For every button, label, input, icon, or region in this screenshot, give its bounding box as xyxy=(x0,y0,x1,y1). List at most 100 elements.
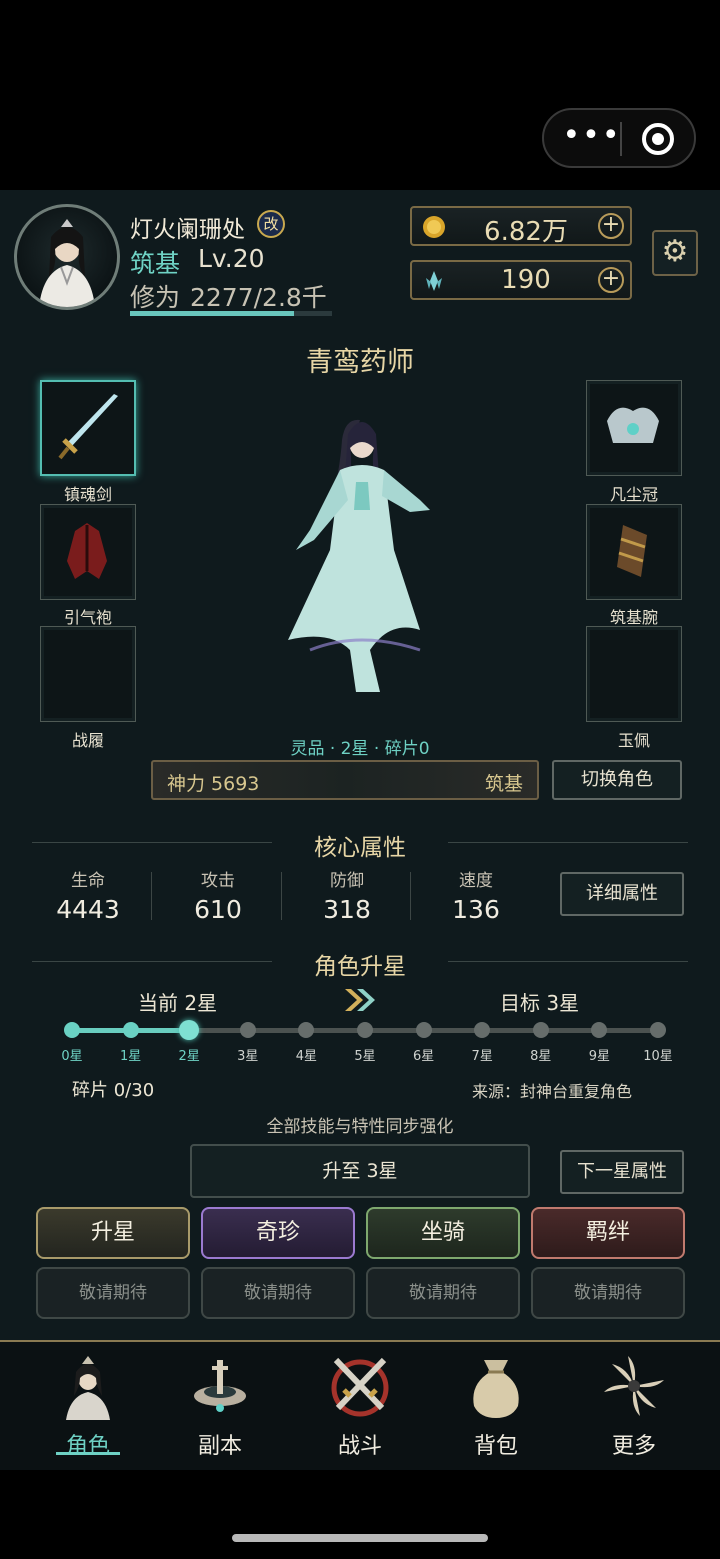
star-node-label: 6星 xyxy=(412,1049,435,1064)
star-node xyxy=(650,1022,666,1038)
star-node xyxy=(591,1022,608,1038)
equip-label-bracer: 筑基腕 xyxy=(609,608,658,627)
stat-divider xyxy=(151,872,152,920)
cultivation-value: 2277/2.8千 xyxy=(190,283,327,312)
bottom-tab-bar: 角色 副本 战斗 背包 更多 xyxy=(0,1340,720,1470)
star-node-label: 7星 xyxy=(471,1049,493,1064)
switch-character-button[interactable]: 切换角色 xyxy=(552,760,682,800)
player-name: 灯火阑珊处 xyxy=(130,217,245,243)
tab-battle-label: 战斗 xyxy=(337,1434,382,1459)
star-node-label: 1星 xyxy=(119,1049,142,1064)
star-node-label: 2星 xyxy=(178,1049,200,1064)
add-crystal-button[interactable]: + xyxy=(598,267,624,293)
upgrade-star-button[interactable]: 升至 3星 xyxy=(190,1144,530,1198)
power-realm: 筑基 xyxy=(484,773,523,795)
coming-soon-slot: 敬请期待 xyxy=(36,1267,190,1319)
star-node-label: 5星 xyxy=(354,1049,376,1064)
realm-label: 筑基 xyxy=(130,249,181,278)
star-node-label: 10星 xyxy=(643,1049,673,1064)
tab-dungeon-label: 副本 xyxy=(197,1434,242,1459)
stat-speed: 速度 136 xyxy=(416,866,536,924)
crystal-icon xyxy=(426,271,442,291)
equip-slot-robe[interactable] xyxy=(40,504,136,600)
fragment-source: 来源：封神台重复角色 xyxy=(472,1082,633,1101)
level-label: Lv.20 xyxy=(198,244,265,273)
coming-soon-slot: 敬请期待 xyxy=(531,1267,685,1319)
tab-dungeon[interactable]: 副本 xyxy=(170,1350,270,1460)
detail-attributes-button[interactable]: 详细属性 xyxy=(560,872,684,916)
tab-more-label: 更多 xyxy=(611,1434,656,1459)
mini-program-capsule: ••• xyxy=(542,108,696,168)
bottom-safe-area xyxy=(0,1470,720,1559)
tab-more[interactable]: 更多 xyxy=(584,1350,684,1460)
next-star-attributes-button[interactable]: 下一星属性 xyxy=(560,1150,684,1194)
equip-slot-weapon[interactable] xyxy=(40,380,136,476)
stat-hp-value: 4443 xyxy=(56,895,120,924)
star-node xyxy=(122,1022,139,1038)
character-portrait-icon xyxy=(288,419,430,692)
stat-hp-label: 生命 xyxy=(71,871,105,891)
rename-badge[interactable]: 改 xyxy=(257,210,285,238)
double-chevron-right-icon xyxy=(345,989,375,1011)
character-grade-line: 灵品 · 2星 · 碎片0 xyxy=(290,739,430,759)
tab-character[interactable]: 角色 xyxy=(38,1350,138,1460)
star-node xyxy=(239,1022,256,1038)
capsule-divider xyxy=(620,122,622,156)
equip-slot-bracer[interactable] xyxy=(586,504,682,600)
equip-slot-crown[interactable] xyxy=(586,380,682,476)
feature-mount-button[interactable]: 坐骑 xyxy=(366,1207,520,1259)
equip-slot-boots[interactable] xyxy=(40,626,136,722)
settings-gear-icon[interactable]: ⚙ xyxy=(652,230,698,276)
equip-slot-pendant[interactable] xyxy=(586,626,682,722)
star-node-label: 8星 xyxy=(530,1049,552,1064)
star-node xyxy=(298,1022,315,1038)
robe-icon xyxy=(67,523,107,579)
stat-speed-value: 136 xyxy=(452,895,500,924)
star-node-label: 9星 xyxy=(588,1049,611,1064)
gold-counter: 6.82万 + xyxy=(410,206,632,247)
fragment-count: 碎片 0/30 xyxy=(72,1080,155,1101)
gold-coin-icon xyxy=(423,216,445,238)
tab-battle[interactable]: 战斗 xyxy=(310,1350,410,1460)
cultivation-progress-fill xyxy=(130,311,294,316)
stat-divider xyxy=(410,872,411,920)
dungeon-altar-icon xyxy=(194,1360,246,1412)
star-node-label: 3星 xyxy=(237,1049,259,1064)
tab-bag[interactable]: 背包 xyxy=(446,1350,546,1460)
core-attributes-title: 核心属性 xyxy=(314,835,406,861)
stat-defense-label: 防御 xyxy=(330,871,364,891)
character-tab-icon xyxy=(66,1356,110,1420)
star-node xyxy=(179,1020,200,1040)
feature-treasure-button[interactable]: 奇珍 xyxy=(201,1207,355,1259)
tab-character-label: 角色 xyxy=(65,1434,110,1459)
add-gold-button[interactable]: + xyxy=(598,213,624,239)
home-indicator[interactable] xyxy=(232,1534,488,1542)
star-node xyxy=(357,1022,373,1038)
crown-icon xyxy=(607,407,659,443)
feature-star-up-button[interactable]: 升星 xyxy=(36,1207,190,1259)
avatar[interactable] xyxy=(14,204,120,310)
stat-defense-value: 318 xyxy=(323,895,371,924)
coming-soon-slot: 敬请期待 xyxy=(201,1267,355,1319)
stat-speed-label: 速度 xyxy=(459,871,493,891)
cultivation-progress-bar xyxy=(130,311,332,316)
feature-bond-button[interactable]: 羁绊 xyxy=(531,1207,685,1259)
equip-label-weapon: 镇魂剑 xyxy=(63,485,112,504)
stat-attack-value: 610 xyxy=(194,895,242,924)
more-dots-icon[interactable]: ••• xyxy=(562,121,622,154)
star-node xyxy=(64,1022,80,1038)
hero-portrait-icon xyxy=(39,219,95,307)
character-title: 青鸾药师 xyxy=(306,347,414,378)
star-node-label: 0星 xyxy=(61,1049,83,1064)
sword-icon xyxy=(58,394,118,460)
crystal-counter: 190 + xyxy=(410,260,632,300)
stat-attack-label: 攻击 xyxy=(201,871,235,891)
star-node xyxy=(415,1022,432,1038)
target-star: 目标 3星 xyxy=(500,991,580,1015)
equip-label-crown: 凡尘冠 xyxy=(609,485,658,504)
star-node xyxy=(474,1022,491,1038)
bracer-icon xyxy=(617,525,647,577)
gold-value: 6.82万 xyxy=(484,217,568,247)
active-tab-underline xyxy=(56,1452,120,1455)
close-target-icon[interactable] xyxy=(642,123,674,155)
